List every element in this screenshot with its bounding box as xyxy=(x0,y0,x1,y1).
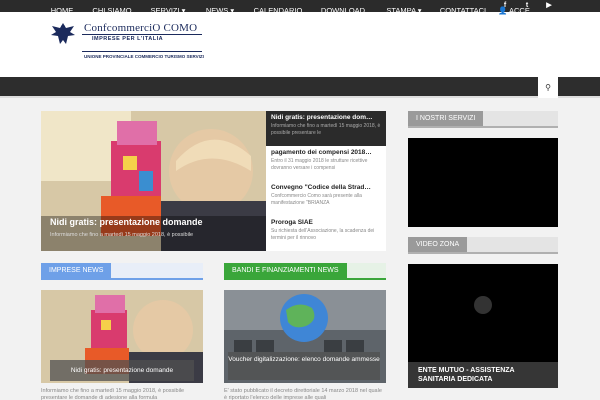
section-title: IMPRESE NEWS xyxy=(41,263,112,278)
slider-caption[interactable]: Nidi gratis: presentazione domande xyxy=(50,217,203,227)
main-nav xyxy=(0,77,600,98)
list-item-excerpt: Su richiesta dell'Associazione, la scade… xyxy=(271,228,375,241)
list-item[interactable]: pagamento dei compensi 2018… Entro il 31… xyxy=(266,146,386,181)
servizi-widget[interactable] xyxy=(408,138,558,227)
nav-download[interactable]: DOWNLOAD xyxy=(314,0,372,21)
list-item-title: Nidi gratis: presentazione dom… xyxy=(271,114,373,121)
list-item-title: Convegno "Codice della Strad… xyxy=(271,184,371,191)
list-item[interactable]: Nidi gratis: presentazione dom… Informia… xyxy=(266,111,386,146)
logo-subtitle: IMPRESE PER L'ITALIA xyxy=(92,36,164,42)
nav-contattaci[interactable]: CONTATTACI xyxy=(434,0,492,21)
logo-rule xyxy=(82,34,202,35)
featured-slider-image[interactable] xyxy=(41,111,266,251)
logo-tagline: UNIONE PROVINCIALE COMMERCIO TURISMO SER… xyxy=(84,54,204,59)
bandi-card-excerpt: E' stato pubblicato il decreto direttori… xyxy=(224,388,382,400)
list-item[interactable]: Convegno "Codice della Strad… Confcommer… xyxy=(266,181,386,216)
list-item-title: Proroga SIAE xyxy=(271,219,313,226)
nav-chi-siamo[interactable]: CHI SIAMO xyxy=(86,0,138,21)
bandi-news-header: BANDI E FINANZIAMENTI NEWS xyxy=(224,263,386,280)
list-item-excerpt: Confcommercio Como sarà presente alla ma… xyxy=(271,193,362,206)
nav-account[interactable]: 👤 ACCE xyxy=(498,0,538,21)
logo-name[interactable]: ConfcommerciO COMO xyxy=(84,22,197,34)
nav-home[interactable]: HOME xyxy=(44,0,80,21)
slider-news-list: Nidi gratis: presentazione dom… Informia… xyxy=(266,111,386,251)
list-item[interactable]: Proroga SIAE Su richiesta dell'Associazi… xyxy=(266,216,386,251)
nav-servizi[interactable]: SERVIZI ▾ xyxy=(144,0,192,21)
list-item-title: pagamento dei compensi 2018… xyxy=(271,149,372,156)
imprese-news-header: IMPRESE NEWS xyxy=(41,263,203,280)
list-item-excerpt: Entro il 31 maggio 2018 le strutture ric… xyxy=(271,158,368,171)
search-icon[interactable]: ⚲ xyxy=(538,77,558,98)
video-caption[interactable]: ENTE MUTUO - ASSISTENZA SANITARIA DEDICA… xyxy=(408,362,558,388)
section-title: BANDI E FINANZIAMENTI NEWS xyxy=(224,263,347,278)
list-item-excerpt: Informiamo che fino a martedì 15 maggio … xyxy=(271,123,381,136)
nav-stampa[interactable]: STAMPA ▾ xyxy=(378,0,430,21)
eagle-logo-icon[interactable] xyxy=(49,20,77,48)
nav-news[interactable]: NEWS ▾ xyxy=(198,0,242,21)
logo-rule xyxy=(82,51,202,52)
section-title: VIDEO ZONA xyxy=(408,237,468,252)
section-title: I NOSTRI SERVIZI xyxy=(408,111,484,126)
bandi-card-caption[interactable]: Voucher digitalizzazione: elenco domande… xyxy=(228,352,380,380)
nav-calendario[interactable]: CALENDARIO xyxy=(248,0,308,21)
youtube-icon[interactable]: ▶ xyxy=(538,0,560,12)
child-toy-photo xyxy=(41,111,266,251)
slider-excerpt: Informiamo che fino a martedì 15 maggio … xyxy=(50,232,194,238)
imprese-card-excerpt: Informiamo che fino a martedì 15 maggio … xyxy=(41,388,185,400)
servizi-section-header: I NOSTRI SERVIZI xyxy=(408,111,558,128)
imprese-card-caption[interactable]: Nidi gratis: presentazione domande xyxy=(50,360,194,381)
video-section-header: VIDEO ZONA xyxy=(408,237,558,254)
